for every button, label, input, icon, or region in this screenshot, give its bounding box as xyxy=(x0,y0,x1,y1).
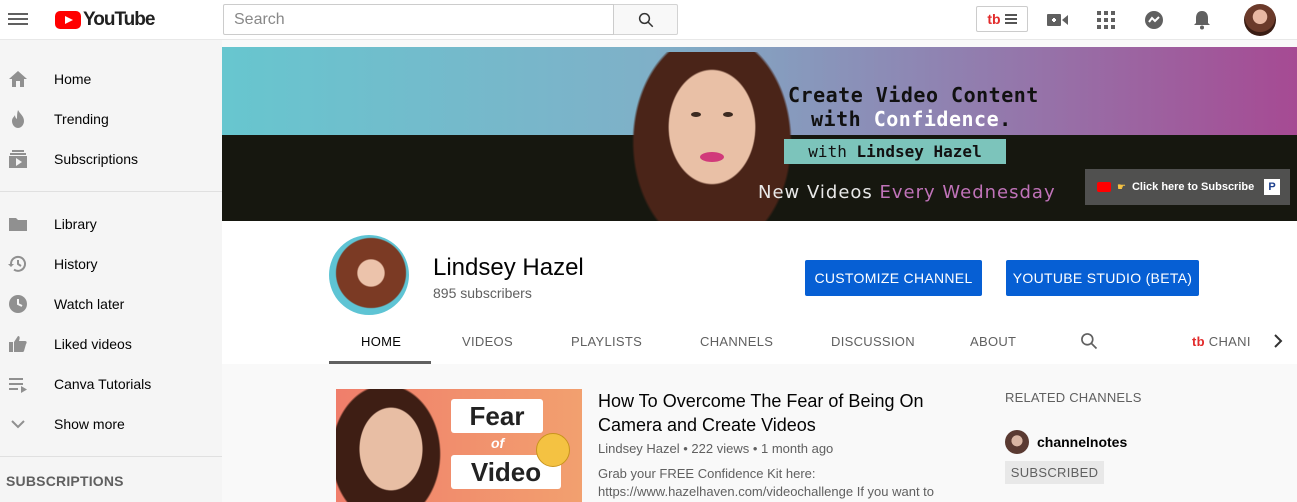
clock-icon xyxy=(9,295,27,313)
featured-video-title[interactable]: How To Overcome The Fear of Being On Cam… xyxy=(598,389,958,437)
sidebar-item-label: Library xyxy=(54,216,97,232)
tubebuddy-logo-icon: tb xyxy=(987,11,1001,27)
youtube-logo-icon xyxy=(1097,182,1111,192)
channel-home-content: Fear of Video How To Overcome The Fear o… xyxy=(222,364,1297,502)
channel-search-icon[interactable] xyxy=(1079,331,1099,351)
subscriber-count: 895 subscribers xyxy=(433,285,532,301)
sidebar-item-history[interactable]: History xyxy=(0,244,222,284)
search-input[interactable] xyxy=(223,4,614,35)
history-icon xyxy=(8,255,26,272)
sidebar-item-canva-tutorials[interactable]: Canva Tutorials xyxy=(0,364,222,404)
sidebar-item-label: Watch later xyxy=(54,296,125,312)
featured-video-meta: Lindsey Hazel • 222 views • 1 month ago xyxy=(598,441,834,456)
sidebar-item-liked-videos[interactable]: Liked videos xyxy=(0,324,222,364)
chevron-down-icon xyxy=(11,420,25,429)
channel-avatar xyxy=(329,235,409,315)
thumbnail-text-fear: Fear xyxy=(451,399,543,433)
sidebar-divider xyxy=(0,456,222,457)
related-channel-name[interactable]: channelnotes xyxy=(1037,434,1127,450)
sidebar-item-label: History xyxy=(54,256,98,272)
account-avatar[interactable] xyxy=(1244,4,1276,36)
related-channels-heading: RELATED CHANNELS xyxy=(1005,390,1142,405)
subscribed-button[interactable]: SUBSCRIBED xyxy=(1005,461,1104,484)
tab-channels[interactable]: CHANNELS xyxy=(700,334,773,349)
tab-discussion[interactable]: DISCUSSION xyxy=(831,334,915,349)
tab-tubebuddy-label: CHANI xyxy=(1208,334,1251,349)
thumbs-up-icon xyxy=(9,336,27,352)
apps-grid-icon[interactable] xyxy=(1094,8,1118,32)
sidebar-item-label: Subscriptions xyxy=(54,151,139,167)
notifications-bell-icon[interactable] xyxy=(1190,8,1214,32)
banner-headline: Create Video Content xyxy=(788,83,1039,107)
sidebar-item-show-more[interactable]: Show more xyxy=(0,404,222,444)
related-channel-avatar[interactable] xyxy=(1005,430,1029,454)
logo-text: YouTube xyxy=(83,9,155,30)
sidebar-item-subscriptions[interactable]: Subscriptions xyxy=(0,139,222,179)
banner-subheadline: with Confidence. xyxy=(811,107,1012,131)
thumbnail-text-of: of xyxy=(491,435,505,451)
banner-text-wednesday: Every Wednesday xyxy=(879,182,1056,203)
tab-tubebuddy-channel[interactable]: tb CHANI xyxy=(1192,334,1251,349)
banner-name-strip: with Lindsey Hazel xyxy=(784,139,1006,164)
channel-banner: Create Video Content with Confidence. wi… xyxy=(222,47,1297,221)
chevron-right-icon[interactable] xyxy=(1272,333,1284,349)
messages-icon[interactable] xyxy=(1142,8,1166,32)
search-bar xyxy=(223,4,678,35)
featured-video-thumbnail[interactable]: Fear of Video xyxy=(336,389,582,502)
subscribe-link-label: Click here to Subscribe xyxy=(1131,181,1255,193)
channel-name: Lindsey Hazel xyxy=(433,254,584,281)
banner-schedule: New Videos Every Wednesday xyxy=(758,182,1056,203)
thumbnail-portrait xyxy=(336,389,441,502)
sidebar-item-label: Liked videos xyxy=(54,336,132,352)
banner-text-period: . xyxy=(999,107,1012,131)
paypal-icon[interactable]: P xyxy=(1264,179,1280,195)
youtube-play-icon xyxy=(55,11,81,29)
banner-subscribe-link[interactable]: ☛ Click here to Subscribe P xyxy=(1085,169,1290,205)
sidebar-item-trending[interactable]: Trending xyxy=(0,99,222,139)
sidebar-item-label: Trending xyxy=(54,111,109,127)
tubebuddy-extension-button[interactable]: tb xyxy=(976,6,1028,32)
flame-icon xyxy=(12,110,24,128)
banner-text-with: with xyxy=(811,107,874,131)
tab-videos[interactable]: VIDEOS xyxy=(462,334,513,349)
subscriptions-icon xyxy=(9,150,27,168)
playlist-icon xyxy=(9,378,27,393)
sidebar-divider xyxy=(0,191,222,192)
top-bar: YouTube tb xyxy=(0,0,1297,40)
subscriptions-heading: SUBSCRIPTIONS xyxy=(6,473,124,489)
channel-header: Lindsey Hazel 895 subscribers CUSTOMIZE … xyxy=(222,221,1297,364)
youtube-logo[interactable]: YouTube xyxy=(55,9,155,31)
home-icon xyxy=(9,71,27,87)
sidebar-item-label: Show more xyxy=(54,416,125,432)
create-video-icon[interactable] xyxy=(1046,8,1070,32)
search-icon xyxy=(638,12,653,27)
search-button[interactable] xyxy=(614,4,678,35)
sidebar: Home Trending Subscriptions Library Hist… xyxy=(0,40,222,502)
sidebar-item-label: Home xyxy=(54,71,92,87)
banner-portrait-mouth xyxy=(700,152,724,162)
tab-playlists[interactable]: PLAYLISTS xyxy=(571,334,642,349)
sidebar-item-label: Canva Tutorials xyxy=(54,376,152,392)
sidebar-item-watch-later[interactable]: Watch later xyxy=(0,284,222,324)
banner-text-new-videos: New Videos xyxy=(758,182,880,203)
featured-video-description: Grab your FREE Confidence Kit here: http… xyxy=(598,466,935,499)
banner-portrait-eye xyxy=(691,112,701,117)
channel-tabs: HOME VIDEOS PLAYLISTS CHANNELS DISCUSSIO… xyxy=(222,321,1297,364)
customize-channel-button[interactable]: CUSTOMIZE CHANNEL xyxy=(805,260,982,296)
banner-text-with: with xyxy=(808,142,857,161)
sidebar-item-library[interactable]: Library xyxy=(0,204,222,244)
extension-menu-icon xyxy=(1004,12,1017,26)
banner-portrait-eye xyxy=(723,112,733,117)
hamburger-menu-icon[interactable] xyxy=(8,10,28,28)
folder-icon xyxy=(9,218,27,231)
tab-home[interactable]: HOME xyxy=(361,334,401,349)
tubebuddy-logo-icon: tb xyxy=(1192,334,1205,349)
banner-text-confidence: Confidence xyxy=(873,107,1000,131)
banner-text-name: Lindsey Hazel xyxy=(856,142,982,161)
sidebar-item-home[interactable]: Home xyxy=(0,59,222,99)
woozy-face-emoji-icon xyxy=(536,433,570,467)
pointing-hand-icon: ☛ xyxy=(1117,181,1126,193)
tab-about[interactable]: ABOUT xyxy=(970,334,1016,349)
youtube-studio-button[interactable]: YOUTUBE STUDIO (BETA) xyxy=(1006,260,1199,296)
